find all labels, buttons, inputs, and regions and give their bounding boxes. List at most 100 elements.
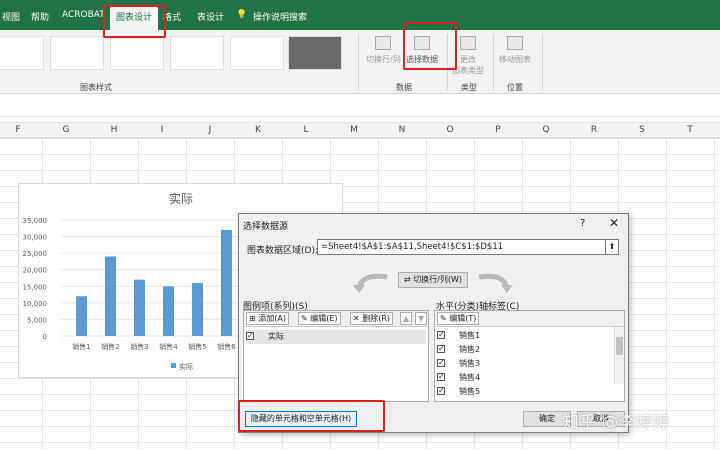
column-header[interactable]: Q [522,125,570,135]
y-tick-label: 35,000 [23,217,48,225]
checkbox[interactable] [437,384,445,398]
chart-data-range-label: 图表数据区域(D): [247,246,318,256]
list-item[interactable]: 销售5 [437,384,480,399]
column-header[interactable]: O [426,125,474,135]
checkbox[interactable] [437,342,445,356]
edit-icon: ✎ [440,314,450,323]
chart-style-thumb[interactable] [288,36,342,70]
column-header[interactable]: J [186,125,234,135]
y-tick-label: 25,000 [23,250,48,258]
list-item[interactable]: 销售1 [437,328,480,343]
move-down-icon[interactable]: ▼ [415,312,428,325]
column-header[interactable]: K [234,125,282,135]
switch-row-col-icon [375,36,392,50]
legend-toolbar: ⊞ 添加(A) ✎ 编辑(E) ✕ 删除(R) ▲ ▼ [244,311,428,327]
legend-label: 实际 [179,362,193,371]
watermark: 知乎 @李婷婷 [562,413,670,433]
group-label-type: 类型 [461,83,477,92]
axis-labels-panel: ✎ 编辑(T) 销售1 销售2 销售3 销售4 销售5 [434,310,625,402]
highlight-box [403,22,457,70]
y-tick-label: 15,000 [23,283,48,291]
chart-style-thumb[interactable] [0,36,44,70]
x-tick-label: 销售3 [130,342,148,351]
move-chart-icon [507,36,523,50]
group-label-data: 数据 [396,83,412,92]
legend-series-panel: ⊞ 添加(A) ✎ 编辑(E) ✕ 删除(R) ▲ ▼ 实际 [243,310,429,402]
checkbox[interactable] [437,356,445,370]
chart-style-thumb[interactable] [230,36,284,70]
list-item[interactable]: 实际 [246,329,426,344]
list-item[interactable]: 销售3 [437,356,480,371]
switch-row-column-button[interactable]: ⇄ 切换行/列(W) [398,272,468,288]
add-icon: ⊞ [249,314,259,323]
x-tick-label: 销售6 [217,342,236,351]
edit-icon: ✎ [301,314,311,323]
switch-icon: ⇄ [403,275,414,284]
x-tick-label: 销售1 [72,342,90,351]
add-series-button[interactable]: ⊞ 添加(A) [246,312,289,325]
x-tick-label: 销售5 [188,342,206,351]
curved-arrow-left-icon [353,273,388,293]
formula-bar[interactable] [0,95,720,117]
y-tick-label: 30,000 [23,234,48,242]
checkbox[interactable] [246,329,254,343]
column-header[interactable]: T [666,125,714,135]
delete-series-button[interactable]: ✕ 删除(R) [350,312,394,325]
column-header[interactable]: I [138,125,186,135]
chart-style-thumb[interactable] [170,36,224,70]
column-header[interactable]: N [378,125,426,135]
chart-style-thumb[interactable] [50,36,104,70]
tab-view[interactable]: 视图 [2,10,20,23]
highlight-box [238,400,385,432]
list-item[interactable]: 销售4 [437,370,480,385]
ribbon: 图表样式 切换行/列 选择数据 数据 更改 图表类型 类型 移动图表 位置 [0,30,720,94]
switch-row-col-button[interactable]: 切换行/列 [366,36,401,65]
list-item[interactable]: 销售2 [437,342,480,357]
column-header[interactable]: P [474,125,522,135]
collapse-dialog-icon[interactable]: ⬆ [605,239,619,255]
change-chart-type-icon [460,36,476,50]
tab-acrobat[interactable]: ACROBAT [62,10,105,20]
column-header[interactable]: L [282,125,330,135]
column-header[interactable]: F [0,125,42,135]
lightbulb-icon: 💡 [236,10,248,20]
column-header[interactable]: H [90,125,138,135]
scrollbar-thumb[interactable] [616,337,623,355]
tab-help[interactable]: 帮助 [31,10,49,23]
column-header[interactable]: M [330,125,378,135]
legend-swatch [171,363,176,368]
divider [358,34,359,90]
x-tick-label: 销售2 [101,342,119,351]
group-label-location: 位置 [507,83,523,92]
column-header[interactable]: R [570,125,618,135]
checkbox[interactable] [437,370,445,384]
move-up-icon[interactable]: ▲ [400,312,413,325]
checkbox[interactable] [437,328,445,342]
column-header[interactable]: G [42,125,90,135]
x-tick-label: 销售4 [159,342,178,351]
y-tick-label: 0 [43,333,47,341]
y-tick-label: 20,000 [23,267,48,275]
divider [542,34,543,90]
tab-table-design[interactable]: 表设计 [197,10,224,23]
divider [493,34,494,90]
delete-icon: ✕ [353,314,363,323]
bar [192,282,203,336]
scrollbar[interactable] [614,327,624,384]
bar [163,286,174,336]
highlight-box [103,5,166,38]
axis-toolbar: ✎ 编辑(T) [435,311,624,327]
edit-series-button[interactable]: ✎ 编辑(E) [298,312,341,325]
tell-me-search[interactable]: 操作说明搜索 [253,10,307,23]
bar [105,256,116,336]
move-chart-button[interactable]: 移动图表 [499,36,531,65]
column-header-row: F G H I J K L M N O P Q R S T [0,122,720,138]
edit-axis-button[interactable]: ✎ 编辑(T) [437,312,480,325]
chart-title: 实际 [169,191,193,206]
chart-data-range-input[interactable]: =Sheet4!$A$1:$A$11,Sheet4!$C$1:$D$11 [317,239,612,255]
chart-style-thumb[interactable] [110,36,164,70]
bar [134,279,145,336]
close-icon[interactable]: ✕ [609,216,619,230]
help-icon[interactable]: ? [580,218,585,229]
column-header[interactable]: S [618,125,666,135]
